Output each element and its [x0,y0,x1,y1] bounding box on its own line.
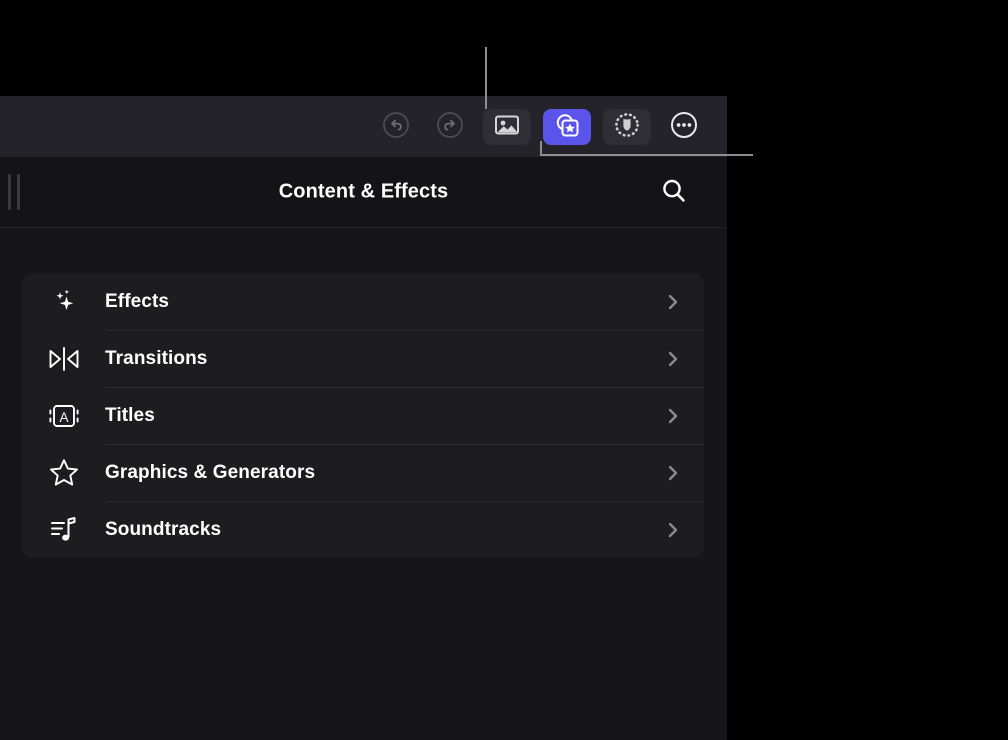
keyframes-button[interactable] [603,109,651,145]
transitions-icon [22,330,105,387]
search-button[interactable] [657,175,691,209]
list-item-label: Soundtracks [105,519,642,541]
chevron-right-icon[interactable] [642,406,704,426]
chevron-right-icon[interactable] [642,349,704,369]
list-item-label: Titles [105,405,642,427]
list-item-titles[interactable]: A Titles [22,387,704,444]
list-item-label: Effects [105,291,642,313]
redo-icon [435,110,465,143]
list-item-label: Graphics & Generators [105,462,642,484]
list-item-effects[interactable]: Effects [22,273,704,330]
list-item-transitions[interactable]: Transitions [22,330,704,387]
more-options-button[interactable] [663,109,705,145]
media-button[interactable] [483,109,531,145]
undo-button[interactable] [375,109,417,145]
ellipsis-circle-icon [669,110,699,143]
chevron-right-icon[interactable] [642,292,704,312]
svg-text:A: A [59,410,68,425]
search-icon [659,176,689,209]
panel-body: Effects Transitions [0,228,727,740]
leader-line-media-button [485,47,487,109]
page-title: Content & Effects [0,181,727,204]
redo-button[interactable] [429,109,471,145]
content-effects-button[interactable] [543,109,591,145]
content-effects-list: Effects Transitions [22,273,704,558]
photo-icon [494,112,520,141]
undo-icon [381,110,411,143]
star-outline-icon [22,444,105,501]
leader-line-content-effects-horizontal [540,154,753,156]
chevron-right-icon[interactable] [642,520,704,540]
list-item-soundtracks[interactable]: Soundtracks [22,501,704,558]
top-toolbar [0,96,727,157]
chevron-right-icon[interactable] [642,463,704,483]
screenshot-root: Content & Effects Effects [0,0,1008,740]
music-note-list-icon [22,501,105,558]
content-effects-icon [553,111,581,142]
sparkles-icon [22,273,105,330]
list-item-label: Transitions [105,348,642,370]
titles-icon: A [22,387,105,444]
panel-header: Content & Effects [0,157,727,228]
shield-dotted-icon [613,111,641,142]
list-item-graphics-generators[interactable]: Graphics & Generators [22,444,704,501]
